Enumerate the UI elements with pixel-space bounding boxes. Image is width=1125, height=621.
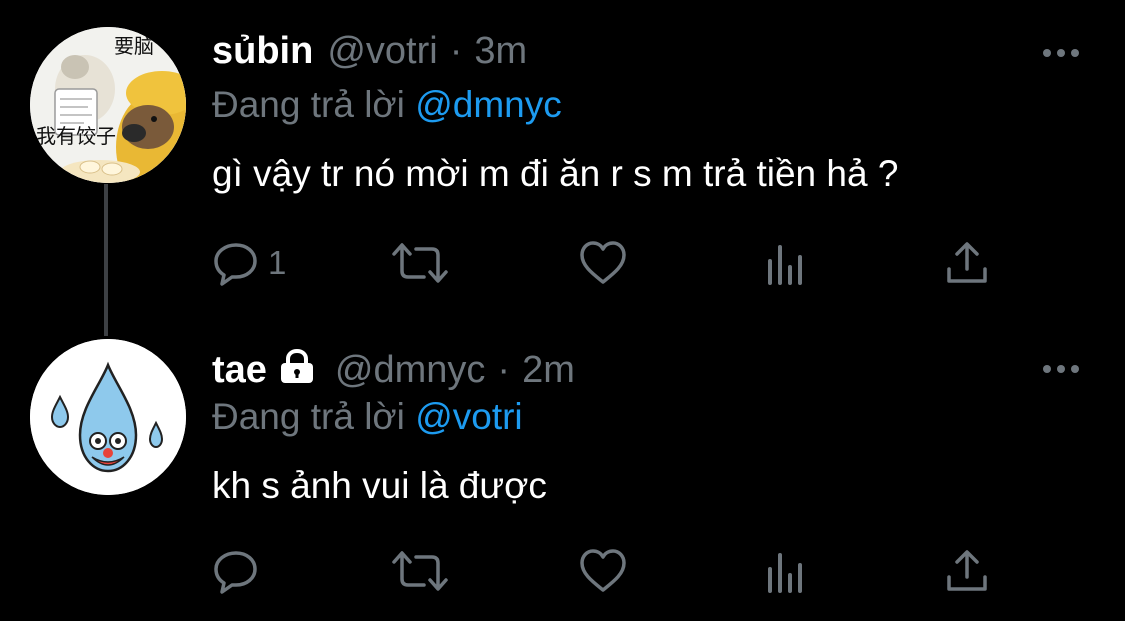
more-icon[interactable] xyxy=(1041,362,1081,376)
share-icon xyxy=(947,242,987,283)
views-icon xyxy=(768,245,802,285)
tweet-actions: 1 xyxy=(212,238,1012,288)
like-icon xyxy=(580,549,626,592)
display-name[interactable]: sủbin xyxy=(212,30,313,73)
tweet-text: kh s ảnh vui là được xyxy=(212,465,547,506)
replying-to: Đang trả lời @dmnyc xyxy=(212,84,562,126)
replying-to: Đang trả lời @votri xyxy=(212,396,523,438)
avatar-image xyxy=(30,339,186,495)
username[interactable]: @votri xyxy=(327,30,437,73)
share-button[interactable] xyxy=(944,546,990,596)
replying-mention-link[interactable]: @dmnyc xyxy=(415,84,562,125)
like-button[interactable] xyxy=(578,546,628,596)
avatar-caption-bottom: 我有饺子 xyxy=(36,124,116,148)
replying-prefix: Đang trả lời xyxy=(212,84,405,125)
replying-prefix: Đang trả lời xyxy=(212,396,405,437)
avatar[interactable] xyxy=(30,339,186,495)
avatar[interactable]: 要脑 我有饺子 xyxy=(30,27,186,183)
like-button[interactable] xyxy=(578,238,628,288)
reply-icon xyxy=(214,243,257,286)
reply-icon xyxy=(214,551,257,594)
views-button[interactable] xyxy=(764,238,808,288)
tweet-header: tae @dmnyc · 2m xyxy=(212,346,575,392)
tweet-thread: 要脑 我有饺子 sủbin @votri · 3m Đang trả lời @… xyxy=(0,0,1125,621)
username[interactable]: @dmnyc xyxy=(335,349,486,392)
retweet-icon xyxy=(392,551,448,591)
replying-mention-link[interactable]: @votri xyxy=(415,396,522,437)
reply-button[interactable]: 1 xyxy=(212,238,286,288)
lock-icon xyxy=(277,348,317,389)
tweet-actions xyxy=(212,546,1012,596)
avatar-image: 要脑 我有饺子 xyxy=(30,27,186,183)
tweet[interactable]: 要脑 我有饺子 sủbin @votri · 3m Đang trả lời @… xyxy=(0,0,1125,318)
avatar-caption-top: 要脑 xyxy=(114,34,154,58)
separator-dot: · xyxy=(449,30,463,72)
display-name[interactable]: tae xyxy=(212,349,267,392)
tweet-text: gì vậy tr nó mời m đi ăn r s m trả tiền … xyxy=(212,153,899,194)
separator-dot: · xyxy=(497,349,511,391)
reply-button[interactable] xyxy=(212,546,268,596)
views-icon xyxy=(768,553,802,593)
reply-count: 1 xyxy=(268,244,287,281)
tweet-header: sủbin @votri · 3m xyxy=(212,30,527,73)
tweet[interactable]: tae @dmnyc · 2m Đang trả lời @votri kh s xyxy=(0,318,1125,621)
retweet-button[interactable] xyxy=(390,238,450,288)
timestamp[interactable]: 2m xyxy=(522,349,575,392)
timestamp[interactable]: 3m xyxy=(474,30,527,73)
retweet-button[interactable] xyxy=(390,546,450,596)
share-icon xyxy=(947,550,987,591)
retweet-icon xyxy=(392,243,448,283)
more-icon[interactable] xyxy=(1041,46,1081,60)
views-button[interactable] xyxy=(764,546,808,596)
like-icon xyxy=(580,241,626,284)
share-button[interactable] xyxy=(944,238,990,288)
